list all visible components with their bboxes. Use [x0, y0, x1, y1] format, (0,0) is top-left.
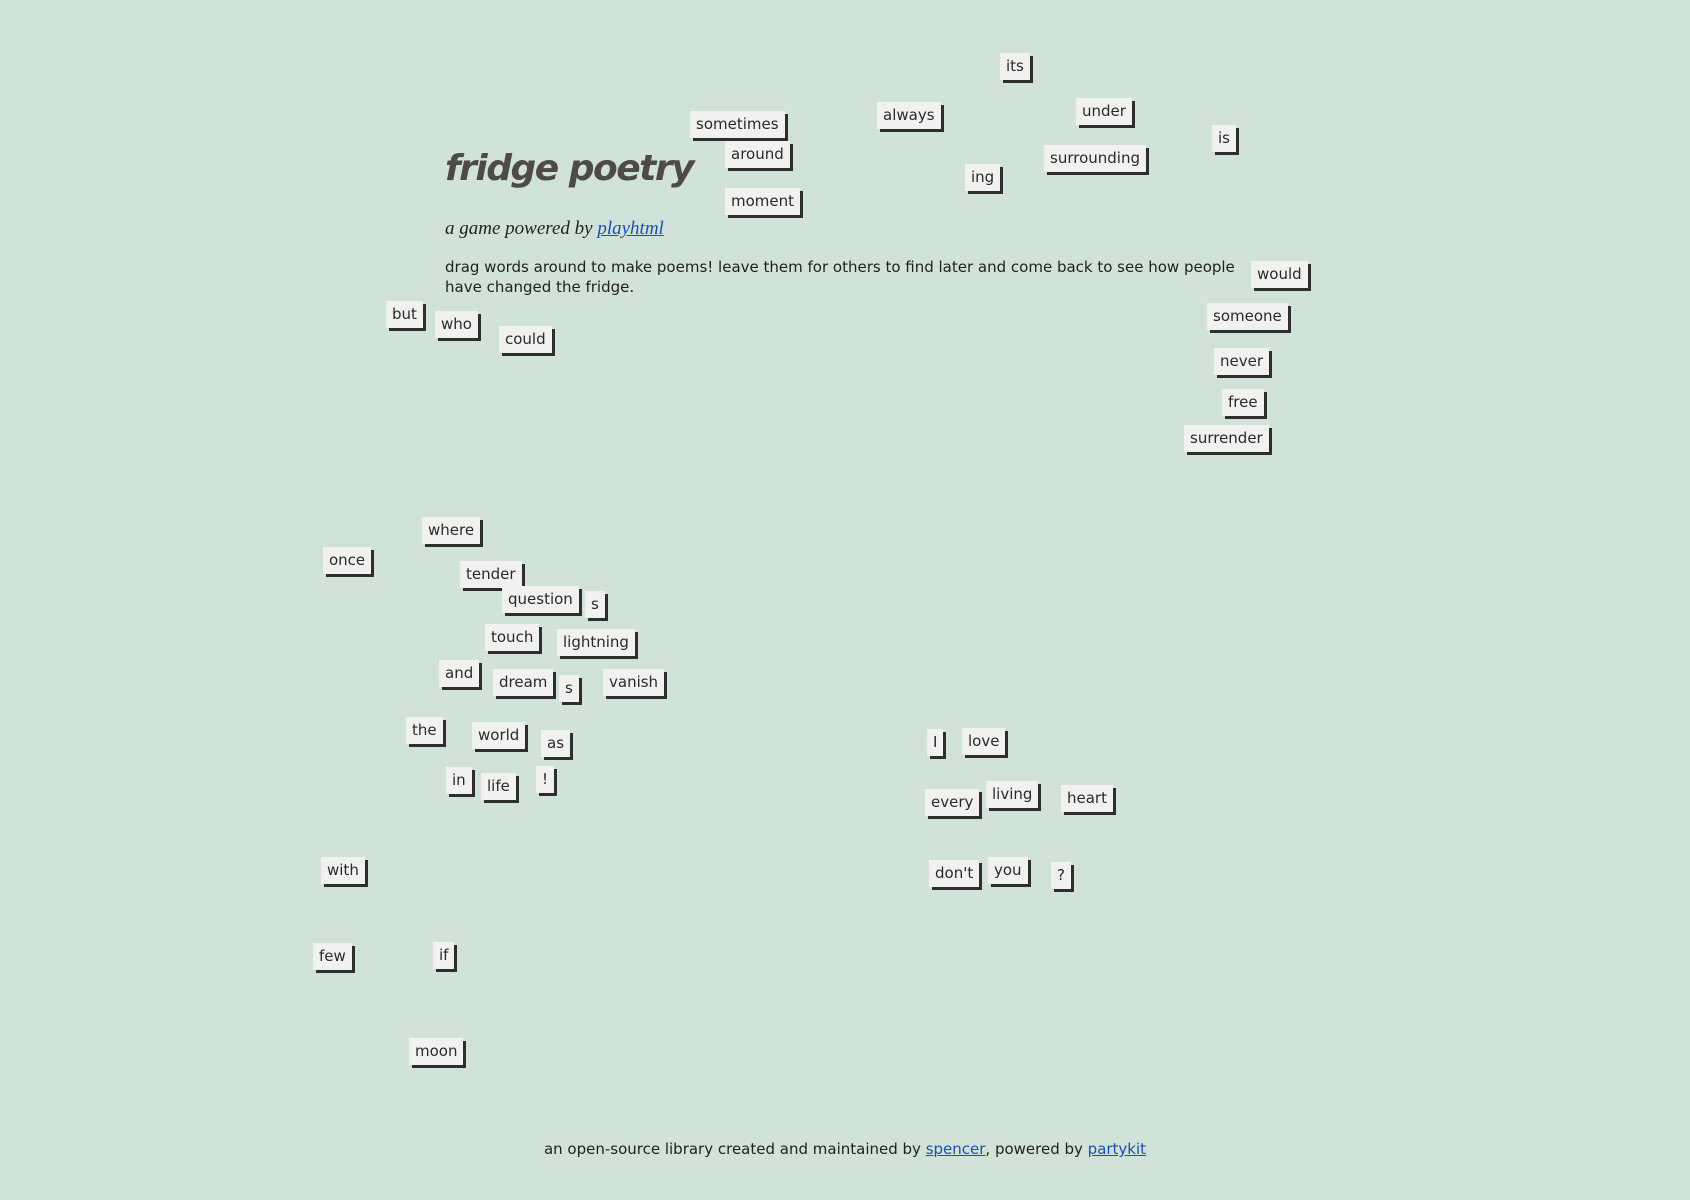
playhtml-link[interactable]: playhtml	[597, 218, 664, 239]
word-magnet[interactable]: question	[502, 586, 579, 613]
word-magnet[interactable]: would	[1251, 261, 1308, 288]
word-magnet[interactable]: s	[585, 591, 605, 618]
intro-text: drag words around to make poems! leave t…	[445, 258, 1235, 296]
word-magnet[interactable]: once	[323, 547, 372, 574]
subtitle: a game powered by playhtml	[445, 218, 664, 240]
word-magnet[interactable]: love	[962, 728, 1006, 755]
word-magnet[interactable]: and	[439, 660, 480, 687]
word-magnet[interactable]: never	[1214, 348, 1270, 375]
word-magnet[interactable]: where	[422, 517, 481, 544]
word-magnet[interactable]: around	[725, 141, 790, 168]
word-magnet[interactable]: I	[927, 729, 944, 756]
word-magnet[interactable]: world	[472, 722, 526, 749]
word-magnet[interactable]: few	[313, 943, 352, 970]
word-magnet[interactable]: could	[499, 326, 552, 353]
word-magnet[interactable]: always	[877, 102, 941, 129]
page-title: fridge poetry	[445, 148, 695, 189]
word-magnet[interactable]: you	[988, 857, 1028, 884]
author-link[interactable]: spencer	[926, 1140, 986, 1158]
word-magnet[interactable]: moment	[725, 188, 801, 215]
word-magnet[interactable]: in	[446, 767, 472, 794]
footer-middle: , powered by	[985, 1140, 1088, 1158]
word-magnet[interactable]: lightning	[557, 629, 635, 656]
word-magnet[interactable]: tender	[460, 561, 522, 588]
word-magnet[interactable]: sometimes	[690, 111, 785, 138]
word-magnet[interactable]: living	[986, 781, 1039, 808]
word-magnet[interactable]: is	[1212, 125, 1236, 152]
word-magnet[interactable]: as	[541, 730, 571, 757]
word-magnet[interactable]: touch	[485, 624, 540, 651]
word-magnet[interactable]: ?	[1051, 862, 1071, 889]
word-magnet[interactable]: who	[435, 311, 478, 338]
word-magnet[interactable]: dream	[493, 669, 554, 696]
word-magnet[interactable]: life	[481, 773, 516, 800]
word-magnet[interactable]: moon	[409, 1038, 464, 1065]
word-magnet[interactable]: its	[1000, 53, 1030, 80]
word-magnet[interactable]: free	[1222, 389, 1264, 416]
footer: an open-source library created and maint…	[0, 1140, 1690, 1158]
word-magnet[interactable]: the	[406, 717, 443, 744]
word-magnet[interactable]: surrounding	[1044, 145, 1146, 172]
word-magnet[interactable]: but	[386, 301, 423, 328]
footer-prefix: an open-source library created and maint…	[543, 1140, 926, 1158]
word-magnet[interactable]: s	[559, 675, 579, 702]
word-magnet[interactable]: under	[1076, 98, 1132, 125]
word-magnet[interactable]: with	[321, 857, 365, 884]
word-magnet[interactable]: ing	[965, 164, 1001, 191]
word-magnet[interactable]: heart	[1061, 785, 1113, 812]
word-magnet[interactable]: !	[536, 766, 555, 793]
partykit-link[interactable]: partykit	[1088, 1140, 1146, 1158]
subtitle-prefix: a game powered by	[445, 218, 598, 239]
word-magnet[interactable]: if	[433, 942, 455, 969]
word-magnet[interactable]: vanish	[603, 669, 665, 696]
word-magnet[interactable]: don't	[929, 860, 980, 887]
word-magnet[interactable]: someone	[1207, 303, 1288, 330]
word-magnet[interactable]: surrender	[1184, 425, 1269, 452]
word-magnet[interactable]: every	[925, 789, 980, 816]
